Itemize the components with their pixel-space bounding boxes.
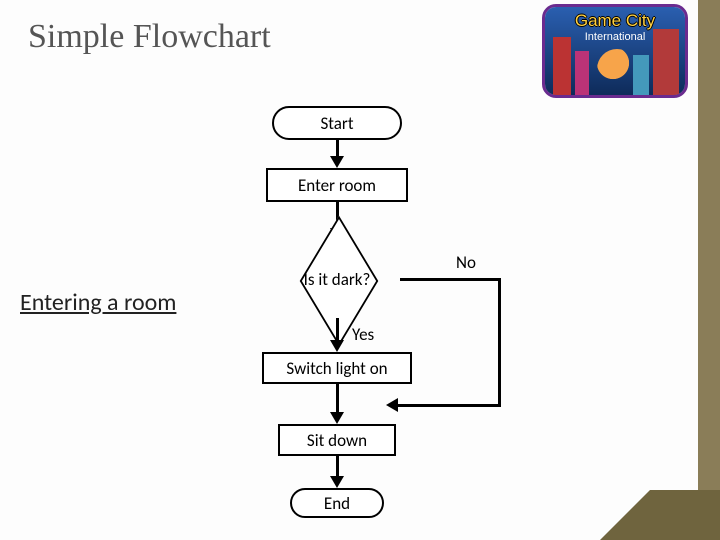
logo-mascot xyxy=(597,49,637,89)
node-end: End xyxy=(290,488,384,518)
edge-no xyxy=(400,278,500,281)
edge-no xyxy=(498,278,501,406)
right-accent-band xyxy=(698,0,720,540)
node-sit-down: Sit down xyxy=(278,424,396,456)
corner-accent xyxy=(650,490,720,540)
arrowhead-down-icon xyxy=(330,476,344,488)
logo-building xyxy=(553,37,571,95)
flow-subtitle: Entering a room xyxy=(20,288,176,317)
game-city-logo: Game City International xyxy=(542,4,688,98)
arrowhead-down-icon xyxy=(330,340,344,352)
logo-title: Game City xyxy=(545,11,685,31)
edge xyxy=(336,384,339,414)
node-sit-down-label: Sit down xyxy=(307,430,367,451)
edge-no xyxy=(398,404,501,407)
edge-yes xyxy=(336,318,339,342)
node-start-label: Start xyxy=(320,113,353,134)
node-start: Start xyxy=(272,106,402,140)
node-enter-room: Enter room xyxy=(266,168,408,202)
label-yes: Yes xyxy=(352,324,374,345)
logo-building xyxy=(575,51,589,95)
arrowhead-down-icon xyxy=(330,156,344,168)
node-decision: Is it dark? xyxy=(267,244,407,314)
edge xyxy=(336,456,339,478)
node-decision-label: Is it dark? xyxy=(267,244,407,314)
node-switch-light: Switch light on xyxy=(262,352,412,384)
node-switch-light-label: Switch light on xyxy=(286,358,387,379)
node-end-label: End xyxy=(324,493,350,514)
logo-subtitle: International xyxy=(545,31,685,43)
label-no: No xyxy=(456,252,476,273)
node-enter-room-label: Enter room xyxy=(298,175,376,196)
page-title: Simple Flowchart xyxy=(28,18,271,56)
slide: Simple Flowchart Entering a room Game Ci… xyxy=(0,0,720,540)
arrowhead-left-icon xyxy=(386,398,398,412)
arrowhead-down-icon xyxy=(330,412,344,424)
